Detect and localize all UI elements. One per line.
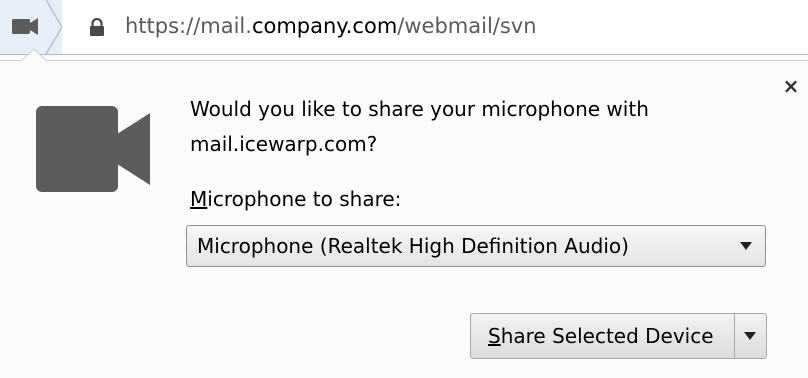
url-text[interactable]: https://mail.company.com/webmail/svn [125,13,537,39]
microphone-select[interactable]: Microphone (Realtek High Definition Audi… [186,225,766,267]
site-identity-button[interactable] [0,0,62,54]
permission-message: Would you like to share your microphone … [190,97,649,156]
share-label-text: hare Selected Device [500,324,714,348]
url-path: /webmail/svn [397,14,537,38]
share-selected-device-button[interactable]: Share Selected Device [471,314,735,358]
device-label: Microphone to share: [190,185,401,213]
video-camera-icon [36,106,150,192]
camera-icon [12,18,38,35]
share-accesskey: S [488,324,501,348]
device-label-accesskey: M [190,187,208,211]
microphone-selected-value: Microphone (Realtek High Definition Audi… [197,234,629,258]
share-split-button[interactable]: Share Selected Device [470,313,767,359]
device-label-text: icrophone to share: [207,187,402,211]
dropdown-arrow-icon [740,242,752,250]
share-menu-dropmarker[interactable] [736,314,766,358]
doorhanger-arrow [20,48,48,62]
url-domain: company.com [251,14,398,38]
url-bar[interactable]: https://mail.company.com/webmail/svn [0,0,808,55]
lock-icon [90,18,104,36]
share-button-label: Share Selected Device [488,323,714,349]
close-button[interactable]: × [780,76,802,98]
url-prefix: https://mail. [125,14,252,38]
dropdown-arrow-icon [744,332,756,340]
identity-segment-chevron [12,0,62,54]
